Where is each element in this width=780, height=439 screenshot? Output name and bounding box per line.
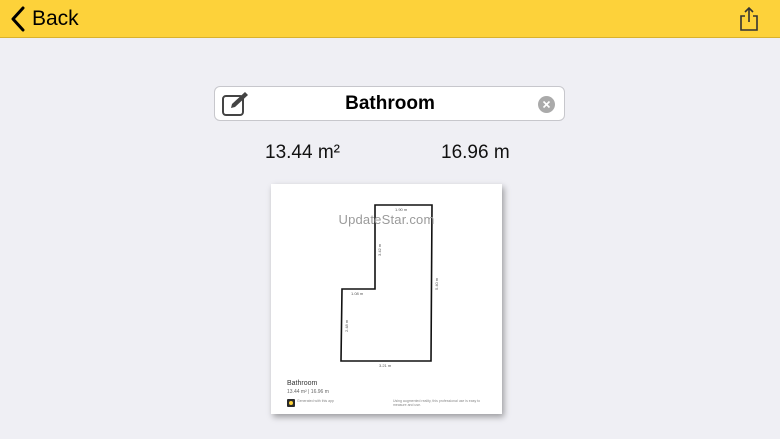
dim-lower-left: 2.48 m: [344, 319, 349, 332]
plan-footer-right: Using augmented reality, this profession…: [393, 399, 481, 407]
area-value: 13.44 m²: [265, 142, 340, 163]
plan-subtitle: 13.44 m² | 16.96 m: [287, 389, 329, 395]
edit-icon[interactable]: [221, 91, 251, 117]
plan-title: Bathroom: [287, 380, 318, 387]
back-label: Back: [32, 7, 79, 30]
chevron-left-icon: [11, 6, 25, 32]
watermark: UpdateStar.com: [338, 212, 435, 227]
room-name-input[interactable]: [255, 89, 525, 118]
dim-upper-left: 3.42 m: [377, 243, 382, 256]
floor-plan-preview[interactable]: UpdateStar.com 1.90 m 3.42 m 5.40 m 1.08…: [271, 184, 502, 414]
share-button[interactable]: [738, 6, 760, 32]
navigation-bar: Back: [0, 0, 780, 38]
clear-icon[interactable]: [538, 96, 555, 113]
dim-step: 1.08 m: [351, 291, 364, 296]
perimeter-value: 16.96 m: [441, 142, 510, 163]
room-outline: [340, 204, 433, 362]
share-icon: [740, 6, 758, 31]
back-button[interactable]: Back: [10, 4, 79, 34]
dim-top: 1.90 m: [395, 207, 408, 212]
plan-footer-left: Generated with this app: [297, 399, 334, 403]
dim-right: 5.40 m: [434, 277, 439, 290]
app-logo-icon: [287, 399, 295, 407]
dim-bottom: 3.21 m: [379, 363, 392, 368]
room-name-field[interactable]: [214, 86, 565, 121]
